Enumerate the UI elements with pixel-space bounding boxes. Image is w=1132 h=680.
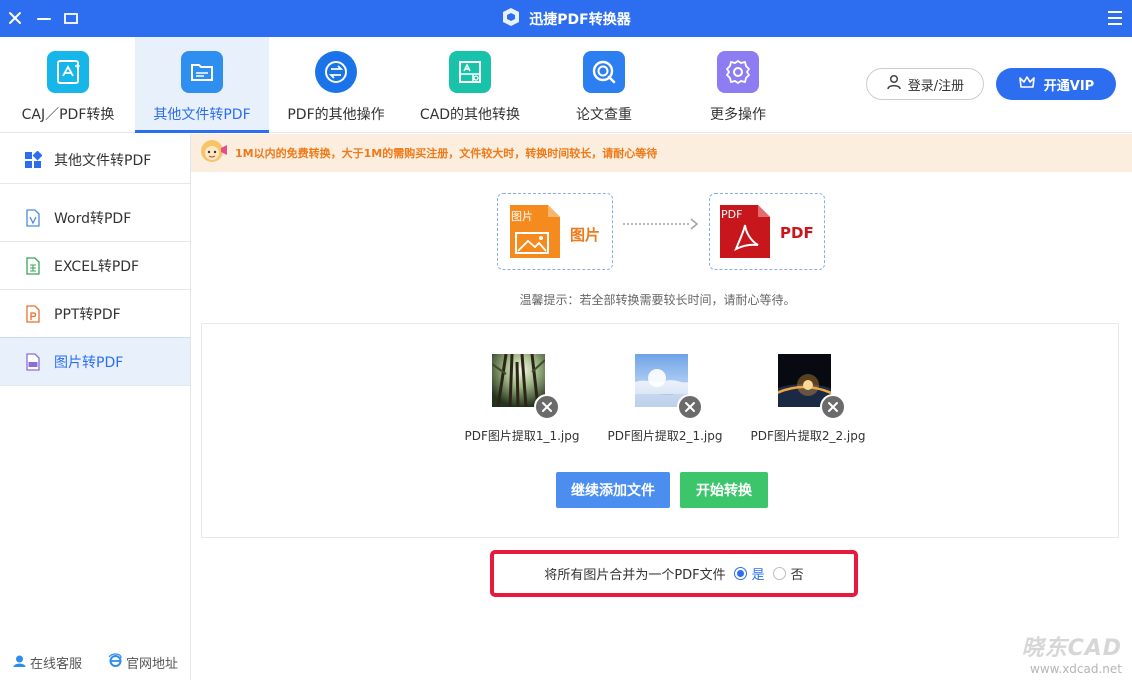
watermark-url: www.xdcad.net: [1030, 662, 1122, 676]
title-bar: 迅捷PDF转换器: [0, 0, 1132, 37]
tab-label: 论文查重: [576, 107, 632, 123]
notice-text: 1M以内的免费转换，大于1M的需购买注册，文件较大时，转换时间较长，请耐心等待: [235, 147, 658, 160]
user-icon: [886, 74, 902, 94]
folder-icon: [181, 51, 223, 93]
online-service-label: 在线客服: [30, 657, 83, 672]
headset-icon: [12, 653, 27, 672]
target-format-box: PDF PDF: [709, 193, 825, 270]
watermark-logo: 晓东CAD: [1021, 636, 1122, 661]
merge-yes-option[interactable]: 是: [733, 564, 765, 583]
sidebar-item-label: Word转PDF: [54, 210, 132, 227]
source-label: 图片: [570, 226, 601, 244]
notice-bar: 1M以内的免费转换，大于1M的需购买注册，文件较大时，转换时间较长，请耐心等待: [191, 134, 1132, 172]
merge-yes-radio[interactable]: [733, 567, 747, 580]
merge-no-radio[interactable]: [772, 567, 786, 580]
tab-other-to-pdf[interactable]: 其他文件转PDF: [135, 37, 269, 133]
file-name: PDF图片提取2_1.jpg: [607, 429, 723, 443]
file-name: PDF图片提取1_1.jpg: [464, 429, 580, 443]
word-file-icon: [24, 208, 42, 227]
tab-cad-other[interactable]: CAD的其他转换: [403, 37, 537, 133]
grid-icon: [24, 150, 42, 169]
tab-paper-check[interactable]: 论文查重: [537, 37, 671, 133]
remove-file-button[interactable]: [677, 394, 703, 420]
tab-label: CAJ／PDF转换: [21, 107, 115, 123]
sidebar-item-word[interactable]: Word转PDF: [0, 194, 190, 242]
login-label: 登录/注册: [907, 78, 965, 94]
sidebar-item-excel[interactable]: EXCEL转PDF: [0, 242, 190, 290]
file-list-panel: PDF图片提取1_1.jpg PDF图片提取2_1.jpg PDF图片提取2_2…: [201, 323, 1119, 538]
merge-label: 将所有图片合并为一个PDF文件: [544, 568, 726, 583]
tab-label: 其他文件转PDF: [153, 107, 251, 123]
caj-pdf-icon: [47, 51, 89, 93]
remove-file-button[interactable]: [534, 394, 560, 420]
vip-label: 开通VIP: [1043, 78, 1095, 94]
merge-no-option[interactable]: 否: [772, 564, 804, 583]
merge-no-label: 否: [790, 568, 804, 583]
gear-icon: [717, 51, 759, 93]
online-service-link[interactable]: 在线客服: [12, 653, 82, 672]
source-format-box: 图片 图片: [497, 193, 613, 270]
sidebar-item-label: 图片转PDF: [54, 354, 124, 371]
ie-icon: [108, 653, 123, 672]
merge-yes-label: 是: [751, 568, 765, 583]
tab-label: PDF的其他操作: [287, 107, 385, 123]
tab-caj-pdf[interactable]: CAJ／PDF转换: [1, 37, 135, 133]
cad-icon: [449, 51, 491, 93]
conversion-arrow-icon: [623, 218, 701, 230]
merge-option-box: 将所有图片合并为一个PDF文件 是 否: [490, 550, 858, 597]
start-conversion-button[interactable]: 开始转换: [680, 472, 768, 508]
swap-icon: [315, 51, 357, 93]
source-badge: 图片: [511, 210, 533, 223]
menu-icon[interactable]: [1106, 9, 1124, 27]
sidebar: 其他文件转PDF Word转PDF EXCEL转PDF PPT转PDF 图片转P…: [0, 134, 191, 680]
tip-text: 温馨提示：若全部转换需要较长时间，请耐心等待。: [519, 293, 796, 307]
app-title: 迅捷PDF转换器: [529, 11, 631, 28]
tab-more-ops[interactable]: 更多操作: [671, 37, 805, 133]
app-logo-icon: [501, 7, 521, 31]
sidebar-item-image[interactable]: 图片转PDF: [0, 337, 190, 386]
vip-button[interactable]: 开通VIP: [996, 68, 1116, 100]
tip-text-row: 温馨提示：若全部转换需要较长时间，请耐心等待。: [0, 291, 1132, 308]
mascot-icon: [199, 137, 229, 169]
website-label: 官网地址: [126, 657, 179, 672]
remove-file-button[interactable]: [820, 394, 846, 420]
search-check-icon: [583, 51, 625, 93]
sidebar-item-label: EXCEL转PDF: [54, 258, 140, 275]
login-button[interactable]: 登录/注册: [866, 68, 984, 100]
website-link[interactable]: 官网地址: [108, 653, 178, 672]
tab-pdf-other-ops[interactable]: PDF的其他操作: [269, 37, 403, 133]
watermark: 晓东CAD www.xdcad.net: [1022, 630, 1122, 676]
crown-icon: [1018, 74, 1036, 94]
tab-label: CAD的其他转换: [419, 107, 521, 123]
file-name: PDF图片提取2_2.jpg: [750, 429, 866, 443]
main-toolbar: CAJ／PDF转换 其他文件转PDF PDF的其他操作 CAD的其他转换 论文查…: [0, 37, 1132, 133]
target-label: PDF: [780, 224, 814, 242]
target-badge: PDF: [721, 208, 743, 221]
add-files-button[interactable]: 继续添加文件: [556, 472, 670, 508]
jpg-file-icon: [24, 352, 42, 371]
excel-file-icon: [24, 256, 42, 275]
tab-label: 更多操作: [710, 107, 766, 123]
sidebar-item-label: 其他文件转PDF: [54, 152, 152, 169]
sidebar-item-other-to-pdf[interactable]: 其他文件转PDF: [0, 136, 190, 184]
app-title-area: 迅捷PDF转换器: [0, 0, 1132, 37]
